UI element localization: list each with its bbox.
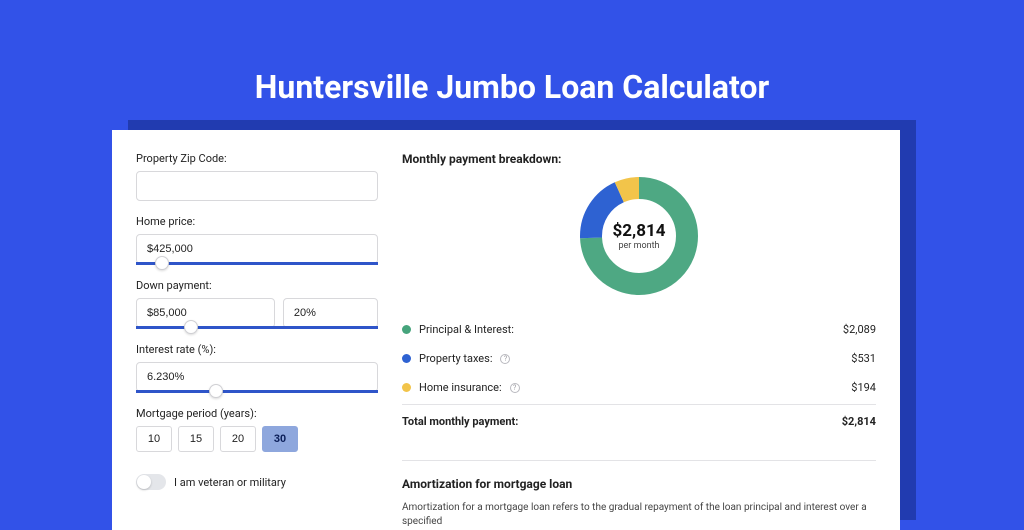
zip-input[interactable] <box>136 171 378 201</box>
donut-center: $2,814 per month <box>579 176 699 296</box>
legend-label: Property taxes: <box>419 352 492 365</box>
interest-rate-slider[interactable] <box>136 390 378 393</box>
legend-value: $531 <box>851 352 876 365</box>
interest-rate-field: Interest rate (%): <box>136 343 378 393</box>
slider-thumb[interactable] <box>155 256 169 270</box>
veteran-toggle[interactable] <box>136 474 166 490</box>
period-15-button[interactable]: 15 <box>178 426 214 452</box>
total-label: Total monthly payment: <box>402 415 518 428</box>
legend-row-insurance: Home insurance: ? $194 <box>402 373 876 402</box>
mortgage-period-field: Mortgage period (years): 10 15 20 30 <box>136 407 378 452</box>
interest-rate-label: Interest rate (%): <box>136 343 378 356</box>
legend-value: $194 <box>851 381 876 394</box>
breakdown-legend: Principal & Interest: $2,089 Property ta… <box>402 314 876 436</box>
breakdown-title: Monthly payment breakdown: <box>402 152 876 166</box>
legend-row-total: Total monthly payment: $2,814 <box>402 404 876 436</box>
dot-icon <box>402 354 411 363</box>
toggle-knob <box>137 475 151 489</box>
home-price-label: Home price: <box>136 215 378 228</box>
home-price-slider[interactable] <box>136 262 378 265</box>
slider-thumb[interactable] <box>184 320 198 334</box>
veteran-label: I am veteran or military <box>174 476 286 489</box>
legend-label: Principal & Interest: <box>419 323 514 336</box>
period-20-button[interactable]: 20 <box>220 426 256 452</box>
amortization-body: Amortization for a mortgage loan refers … <box>402 501 876 529</box>
dot-icon <box>402 383 411 392</box>
info-icon[interactable]: ? <box>510 383 520 393</box>
mortgage-period-options: 10 15 20 30 <box>136 426 378 452</box>
down-payment-label: Down payment: <box>136 279 378 292</box>
donut-chart-wrap: $2,814 per month <box>402 166 876 314</box>
period-10-button[interactable]: 10 <box>136 426 172 452</box>
donut-chart: $2,814 per month <box>579 176 699 296</box>
legend-label: Home insurance: <box>419 381 502 394</box>
page-title: Huntersville Jumbo Loan Calculator <box>0 0 1024 106</box>
interest-rate-input[interactable] <box>136 362 378 392</box>
veteran-field: I am veteran or military <box>136 474 378 490</box>
total-value: $2,814 <box>842 415 876 428</box>
slider-thumb[interactable] <box>209 384 223 398</box>
down-payment-slider[interactable] <box>136 326 378 329</box>
legend-row-principal: Principal & Interest: $2,089 <box>402 315 876 344</box>
info-icon[interactable]: ? <box>500 354 510 364</box>
period-30-button[interactable]: 30 <box>262 426 298 452</box>
legend-value: $2,089 <box>843 323 876 336</box>
amortization-section: Amortization for mortgage loan Amortizat… <box>402 460 876 529</box>
donut-sub: per month <box>618 241 659 251</box>
form-column: Property Zip Code: Home price: Down paym… <box>136 152 378 508</box>
mortgage-period-label: Mortgage period (years): <box>136 407 378 420</box>
dot-icon <box>402 325 411 334</box>
donut-amount: $2,814 <box>613 221 666 241</box>
zip-field: Property Zip Code: <box>136 152 378 201</box>
zip-label: Property Zip Code: <box>136 152 378 165</box>
down-payment-amount-input[interactable] <box>136 298 275 328</box>
down-payment-field: Down payment: <box>136 279 378 329</box>
calculator-card: Property Zip Code: Home price: Down paym… <box>112 130 900 530</box>
breakdown-column: Monthly payment breakdown: $2,814 per mo… <box>402 152 876 508</box>
legend-row-taxes: Property taxes: ? $531 <box>402 344 876 373</box>
home-price-input[interactable] <box>136 234 378 264</box>
amortization-title: Amortization for mortgage loan <box>402 477 876 491</box>
down-payment-percent-input[interactable] <box>283 298 378 328</box>
home-price-field: Home price: <box>136 215 378 265</box>
